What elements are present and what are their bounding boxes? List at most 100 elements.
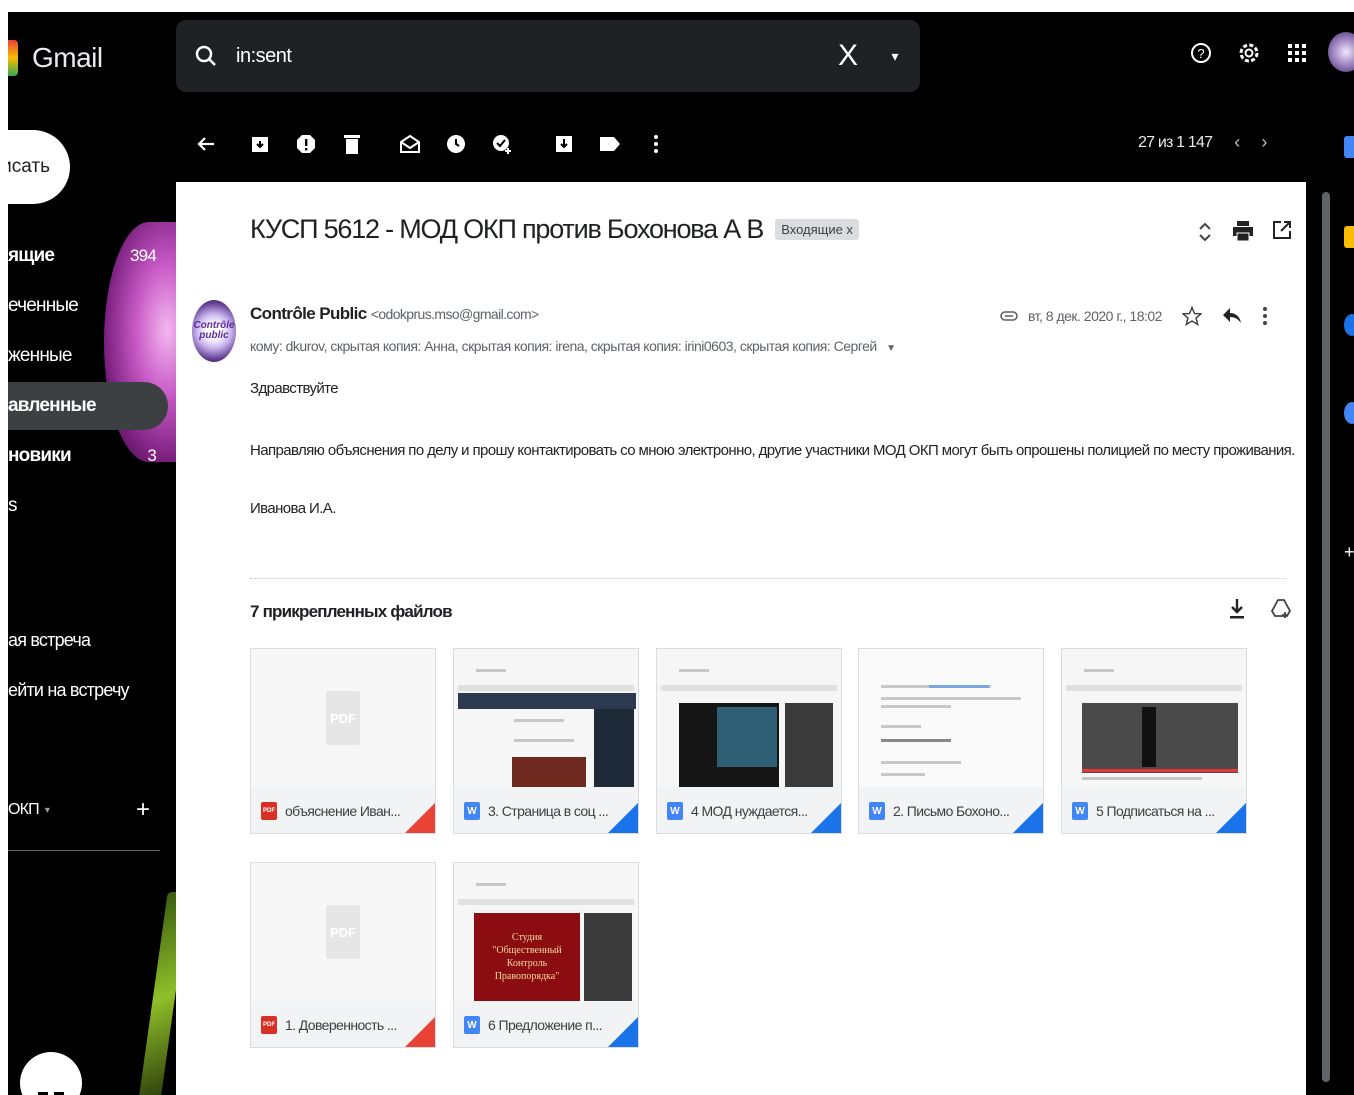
attachment-card[interactable]: W 4 МОД нуждается... [656,648,842,834]
more-vertical-icon[interactable] [638,126,674,162]
message-panel: КУСП 5612 - МОД ОКП против Бохонова А В … [176,182,1306,1095]
thumb-line [1084,669,1114,672]
chevron-down-icon: ▾ [44,804,50,816]
sidebar-item-snoozed[interactable]: женные [8,332,168,380]
message-date: вт, 8 дек. 2020 г., 18:02 [1028,308,1162,324]
thumb-bar [1066,685,1242,691]
thumb-photo [512,757,586,787]
thumb-line [476,883,506,886]
attachment-card[interactable]: W 2. Письмо Бохоно... [858,648,1044,834]
more-vertical-icon[interactable] [1262,306,1268,326]
add-task-icon[interactable] [484,126,520,162]
attachment-card[interactable]: PDF PDF объяснение Иван... [250,648,436,834]
scrollbar[interactable] [1322,192,1330,1082]
search-icon[interactable] [176,44,236,68]
keep-icon[interactable] [1344,226,1354,248]
studio-text: Студия [511,932,543,943]
attachment-name: объяснение Иван... [285,803,401,819]
attachments-actions [1228,598,1292,620]
tasks-icon[interactable] [1344,314,1354,336]
chat-button[interactable] [20,1052,82,1095]
snooze-clock-icon[interactable] [438,126,474,162]
pdf-badge-icon: PDF [261,1016,277,1034]
contacts-icon[interactable] [1344,402,1354,424]
thumb-line [476,669,506,672]
thumb-sidebar [594,709,634,787]
attachment-preview [657,649,841,787]
attachment-preview: PDF [251,863,435,1001]
recipients-text: кому: dkurov, скрытая копия: Анна, скрыт… [250,338,877,354]
move-to-icon[interactable] [546,126,582,162]
gmail-logo[interactable]: Gmail [8,40,103,76]
sidebar-item-drafts[interactable]: новики 3 [8,432,168,480]
attachment-card[interactable]: W 5 Подписаться на ... [1061,648,1247,834]
attachment-card[interactable]: PDF PDF 1. Доверенность ... [250,862,436,1048]
search-bar[interactable]: in:sent X ▾ [176,20,920,92]
label-icon[interactable] [592,126,628,162]
sidebar-label-okp[interactable]: ОКП ▾ + [8,786,168,834]
thumb-bar [458,685,634,691]
report-spam-icon[interactable] [288,126,324,162]
back-arrow-icon[interactable] [188,126,224,162]
thumb-progress [1082,769,1238,772]
sender-avatar[interactable]: Contrôle public [192,300,236,362]
file-corner [405,803,435,833]
pdf-badge-icon: PDF [261,802,277,820]
star-icon[interactable] [1181,306,1202,326]
help-icon[interactable]: ? [1188,40,1214,66]
meet-new-meeting[interactable]: ая встреча [8,616,168,664]
delete-icon[interactable] [334,126,370,162]
sidebar-item-label: s [8,495,17,516]
sidebar-item-more[interactable]: s [8,482,168,530]
attachment-card[interactable]: Студия "Общественный Контроль Правопоряд… [453,862,639,1048]
meet-join-meeting[interactable]: ейти на встречу [8,666,168,714]
clear-search-button[interactable]: X [826,39,870,73]
thumb-sidebar [785,703,833,787]
sidebar-item-sent[interactable]: авленные [8,382,168,430]
thumb-video-scene [717,707,777,767]
message-meta: вт, 8 дек. 2020 г., 18:02 [1000,306,1268,326]
word-badge-icon: W [869,802,885,820]
inbox-label-chip[interactable]: Входящие x [775,219,859,240]
add-addon-icon[interactable]: + [1344,542,1354,562]
attachment-name: 3. Страница в соц ... [488,803,609,819]
mark-unread-icon[interactable] [392,126,428,162]
save-to-drive-icon[interactable] [1270,598,1292,620]
file-corner [405,1017,435,1047]
file-corner [1013,803,1043,833]
email-subject: КУСП 5612 - МОД ОКП против Бохонова А В [250,214,764,244]
apps-grid-icon[interactable] [1284,40,1310,66]
chevron-right-icon[interactable]: › [1261,132,1267,153]
thumb-line [679,669,709,672]
chevron-down-icon[interactable]: ▼ [886,343,896,354]
thumb-figure [1142,707,1156,767]
recipients-line[interactable]: кому: dkurov, скрытая копия: Анна, скрыт… [250,338,896,354]
file-corner [608,1017,638,1047]
pagination: 27 из 1 147 ‹ › [1138,132,1267,153]
sender-name[interactable]: Contrôle Public [250,304,367,323]
sidebar-item-inbox[interactable]: ящие 394 [8,232,168,280]
avatar-text: public [199,330,229,341]
settings-gear-icon[interactable] [1236,40,1262,66]
expand-collapse-icon[interactable] [1196,220,1214,244]
compose-button[interactable]: исать [8,130,70,204]
account-avatar[interactable] [1328,32,1354,72]
add-label-button[interactable]: + [136,796,150,824]
logo-text: Gmail [32,42,103,73]
sender-line: Contrôle Public <odokprus.mso@gmail.com> [250,304,539,324]
studio-text: Контроль [506,958,548,969]
archive-icon[interactable] [242,126,278,162]
attachment-preview: Студия "Общественный Контроль Правопоряд… [454,863,638,1001]
header-actions: ? [1188,40,1310,66]
attachment-clip-icon [1000,311,1018,321]
search-options-button[interactable]: ▾ [870,48,920,65]
print-icon[interactable] [1232,220,1254,242]
calendar-icon[interactable] [1344,136,1354,158]
reply-icon[interactable] [1222,307,1242,325]
download-all-icon[interactable] [1228,598,1246,620]
search-input[interactable]: in:sent [236,45,826,68]
open-new-window-icon[interactable] [1272,220,1292,240]
chevron-left-icon[interactable]: ‹ [1234,132,1240,153]
attachment-card[interactable]: W 3. Страница в соц ... [453,648,639,834]
sidebar-item-starred[interactable]: еченные [8,282,168,330]
